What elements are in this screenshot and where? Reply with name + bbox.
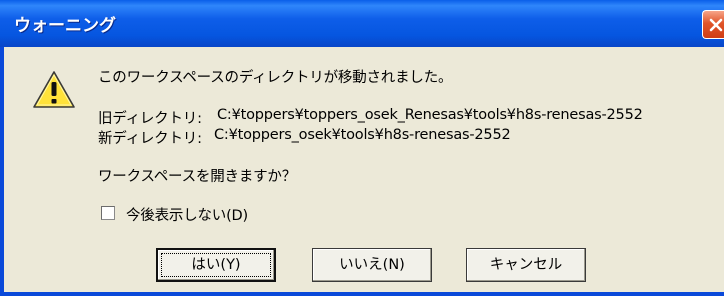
cancel-button-label: キャンセル (489, 257, 563, 273)
close-icon (709, 18, 723, 32)
new-directory-path: C:¥toppers_osek¥tools¥h8s-renesas-2552 (214, 127, 511, 143)
message-text: このワークスペースのディレクトリが移動されました。 (98, 70, 453, 86)
question-text: ワークスペースを開きますか？ (98, 169, 297, 185)
warning-icon (33, 71, 75, 108)
title-bar[interactable]: ウォーニング (0, 0, 724, 47)
dont-show-again-checkbox[interactable] (101, 206, 115, 220)
window-title: ウォーニング (14, 16, 116, 36)
yes-button-label: はい(Y) (191, 257, 241, 273)
old-directory-label: 旧ディレクトリ: (98, 111, 202, 127)
old-directory-path: C:¥toppers¥toppers_osek_Renesas¥tools¥h8… (217, 107, 643, 123)
no-button[interactable]: いいえ(N) (312, 248, 432, 282)
new-directory-label: 新ディレクトリ: (98, 131, 202, 147)
warning-dialog: ウォーニング このワークスペースのディレクトリが移動されました。 旧ディレクトリ… (0, 0, 724, 296)
close-button[interactable] (702, 10, 724, 39)
no-button-label: いいえ(N) (339, 257, 405, 273)
dont-show-again-label[interactable]: 今後表示しない(D) (126, 204, 248, 225)
yes-button[interactable]: はい(Y) (156, 248, 276, 282)
cancel-button[interactable]: キャンセル (466, 248, 586, 282)
